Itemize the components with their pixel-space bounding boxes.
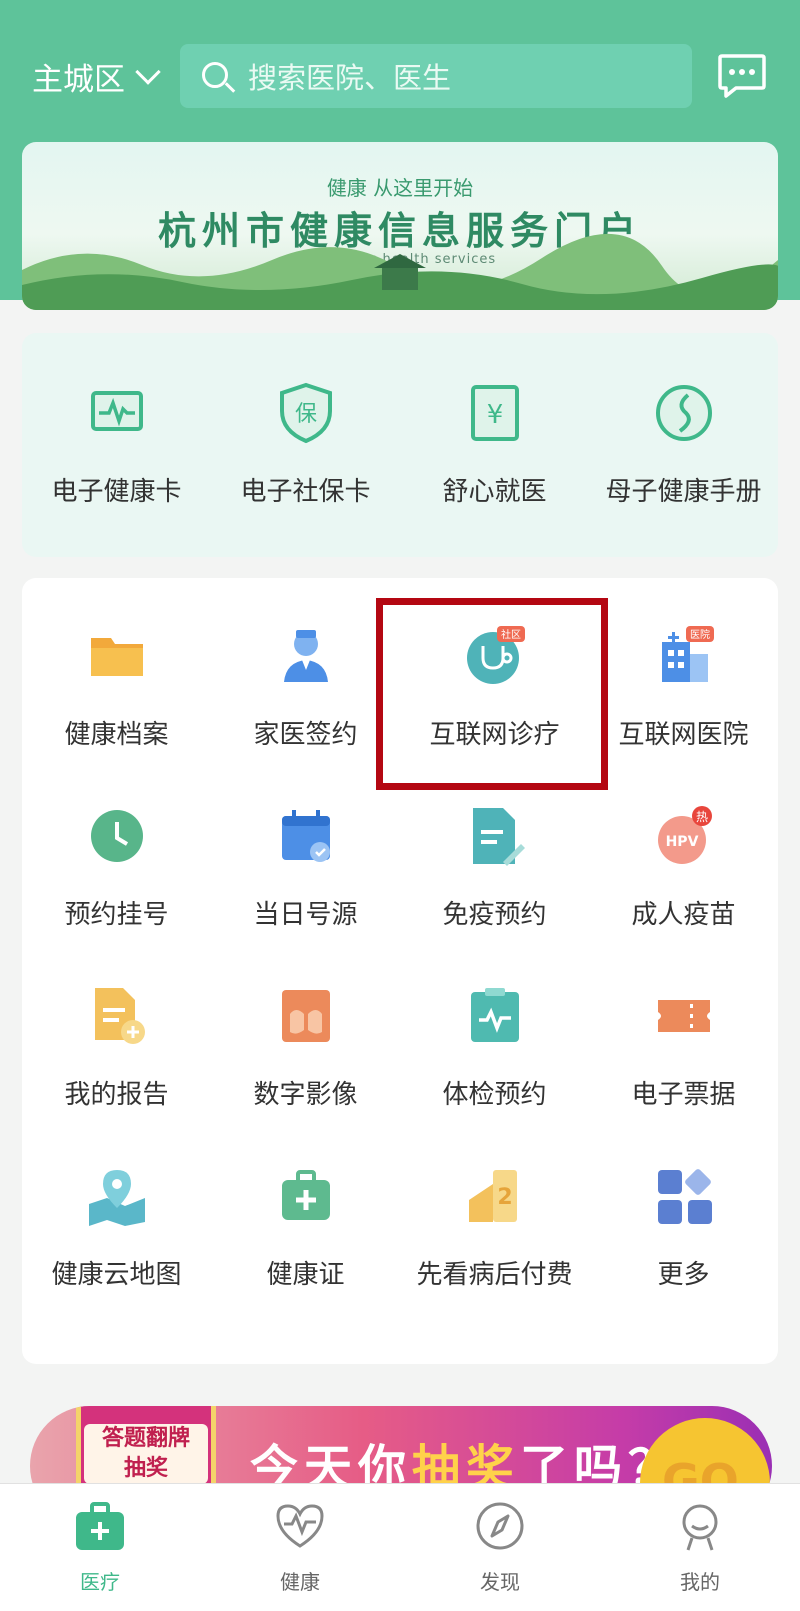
lungs-icon <box>281 990 330 1042</box>
folder-icon <box>90 638 143 676</box>
search-icon <box>180 44 240 108</box>
service-label: 健康档案 <box>64 720 169 750</box>
quick-access-card: 电子健康卡 保 电子社保卡 ¥ 舒心就医 母子健康手册 <box>22 333 778 557</box>
service-more[interactable]: 更多 <box>589 1164 778 1291</box>
prize-box-label: 答题翻牌 抽奖 <box>84 1424 208 1484</box>
tab-discover[interactable]: 发现 <box>400 1498 600 1595</box>
service-label: 成人疫苗 <box>631 900 736 930</box>
svg-text:2: 2 <box>497 1185 512 1210</box>
hpv-icon: HPV 热 <box>657 806 712 864</box>
doctor-icon <box>283 630 328 682</box>
service-appointment[interactable]: 预约挂号 <box>22 804 211 931</box>
portal-banner[interactable]: 健康 从这里开始 杭州市健康信息服务门户 Hangzhou health ser… <box>22 142 778 310</box>
heartbeat-card-icon <box>90 391 143 431</box>
service-label: 健康证 <box>266 1260 345 1290</box>
tab-label: 医疗 <box>80 1570 120 1594</box>
calendar-icon <box>281 810 330 862</box>
bottom-tab-bar: 医疗 健康 发现 我的 <box>0 1483 800 1611</box>
service-health-certificate[interactable]: 健康证 <box>211 1164 400 1291</box>
service-label: 更多 <box>657 1260 710 1290</box>
city-selector[interactable]: 主城区 <box>32 54 161 99</box>
service-label: 数字影像 <box>253 1080 358 1110</box>
badge-hospital: 医院 <box>690 628 710 641</box>
service-label: 先看病后付费 <box>416 1260 573 1290</box>
search-placeholder: 搜索医院、医生 <box>248 61 452 95</box>
compass-icon <box>476 1502 524 1550</box>
map-pin-icon <box>88 1170 145 1226</box>
report-icon <box>94 988 145 1044</box>
service-health-record[interactable]: 健康档案 <box>22 624 211 751</box>
medical-kit-icon <box>281 1170 330 1220</box>
service-my-report[interactable]: 我的报告 <box>22 984 211 1111</box>
heart-pulse-icon <box>276 1504 324 1548</box>
city-label: 主城区 <box>32 62 125 98</box>
service-label: 预约挂号 <box>64 900 169 930</box>
tab-health[interactable]: 健康 <box>200 1498 400 1595</box>
service-label: 互联网医院 <box>618 720 749 750</box>
banner-subtitle: 健康 从这里开始 <box>326 176 474 200</box>
medical-bag-icon <box>76 1502 124 1550</box>
quick-item-social-card[interactable]: 保 电子社保卡 <box>211 381 400 508</box>
top-bar: 主城区 搜索医院、医生 <box>0 40 800 112</box>
document-pen-icon <box>472 808 525 866</box>
quick-item-label: 舒心就医 <box>442 477 547 507</box>
service-vaccine-appointment[interactable]: 免疫预约 <box>400 804 589 931</box>
highlight-box <box>376 598 608 790</box>
tab-label: 健康 <box>280 1570 320 1594</box>
service-label: 健康云地图 <box>51 1260 182 1290</box>
service-label: 当日号源 <box>253 900 358 930</box>
clock-icon <box>90 810 143 862</box>
quick-item-label: 电子健康卡 <box>51 477 182 507</box>
quick-item-label: 母子健康手册 <box>605 477 762 507</box>
banner-landscape <box>22 233 778 310</box>
service-same-day[interactable]: 当日号源 <box>211 804 400 931</box>
service-checkup-appointment[interactable]: 体检预约 <box>400 984 589 1111</box>
service-adult-vaccine[interactable]: HPV 热 成人疫苗 <box>589 804 778 931</box>
quick-item-label: 电子社保卡 <box>240 477 371 507</box>
service-label: 家医签约 <box>253 720 358 750</box>
search-bar[interactable]: 搜索医院、医生 <box>180 44 692 108</box>
svg-text:¥: ¥ <box>486 400 503 430</box>
service-e-receipt[interactable]: 电子票据 <box>589 984 778 1111</box>
tab-label: 发现 <box>480 1570 520 1594</box>
ticket-icon <box>657 1000 710 1032</box>
more-grid-icon <box>657 1169 712 1224</box>
svg-text:保: 保 <box>294 402 316 427</box>
card-pay-icon: 2 <box>468 1170 517 1222</box>
service-label: 电子票据 <box>631 1080 736 1110</box>
mother-child-icon <box>655 385 712 441</box>
service-label: 体检预约 <box>442 1080 547 1110</box>
tab-medical[interactable]: 医疗 <box>0 1498 200 1595</box>
hospital-icon: 医院 <box>661 626 714 682</box>
quick-item-health-card[interactable]: 电子健康卡 <box>22 381 211 508</box>
yuan-receipt-icon: ¥ <box>470 385 519 441</box>
chevron-down-icon <box>135 58 161 85</box>
quick-item-mother-child[interactable]: 母子健康手册 <box>589 381 778 508</box>
person-icon <box>682 1504 718 1551</box>
prize-box-line2: 抽奖 <box>123 1456 168 1481</box>
service-label: 免疫预约 <box>442 900 547 930</box>
tab-mine[interactable]: 我的 <box>600 1498 800 1595</box>
badge-hot: 热 <box>695 810 707 824</box>
shield-bao-icon: 保 <box>279 382 332 444</box>
service-label: 我的报告 <box>64 1080 169 1110</box>
tab-label: 我的 <box>680 1570 720 1594</box>
quick-item-easy-care[interactable]: ¥ 舒心就医 <box>400 381 589 508</box>
service-family-doctor[interactable]: 家医签约 <box>211 624 400 751</box>
service-pay-later[interactable]: 2 先看病后付费 <box>400 1164 589 1291</box>
service-internet-hospital[interactable]: 医院 互联网医院 <box>589 624 778 751</box>
service-health-map[interactable]: 健康云地图 <box>22 1164 211 1291</box>
message-icon[interactable] <box>716 50 768 102</box>
service-digital-imaging[interactable]: 数字影像 <box>211 984 400 1111</box>
prize-box-line1: 答题翻牌 <box>101 1426 190 1451</box>
hpv-text: HPV <box>665 834 698 850</box>
clipboard-pulse-icon <box>470 988 519 1042</box>
